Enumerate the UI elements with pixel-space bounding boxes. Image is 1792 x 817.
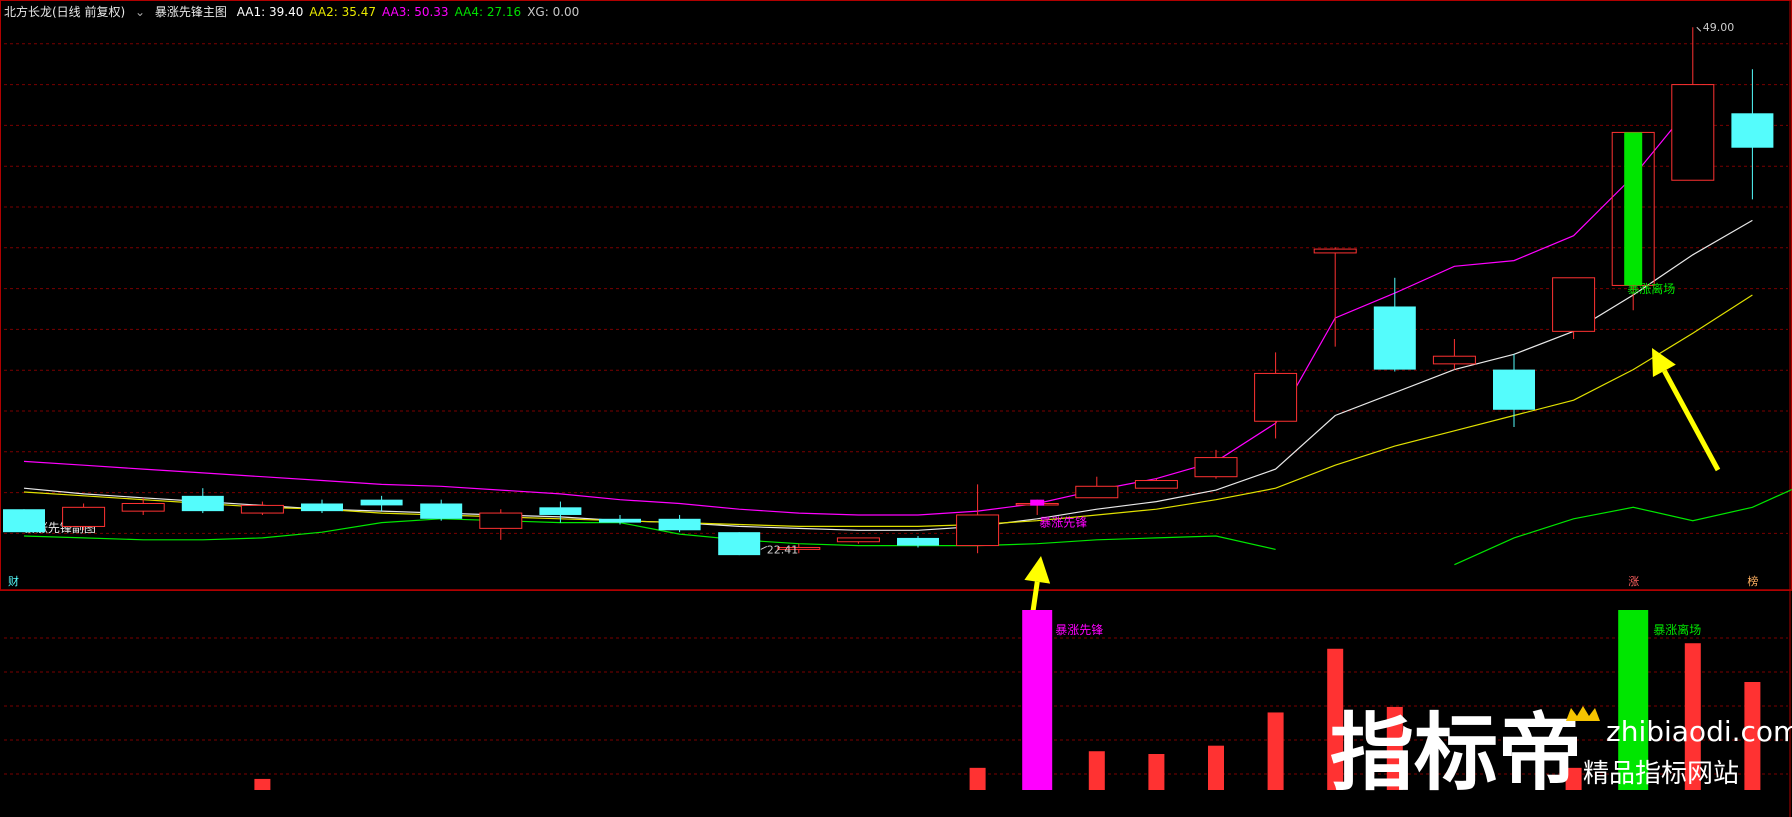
candle <box>836 537 880 544</box>
candle-body-down <box>1493 369 1535 410</box>
candle <box>1194 449 1238 479</box>
watermark-main: 指标帝 <box>1330 704 1582 802</box>
crown-icon <box>1566 706 1600 721</box>
candle <box>181 488 224 514</box>
candle <box>658 514 701 533</box>
candle <box>1493 354 1535 427</box>
line-AA3 <box>23 103 1694 516</box>
signal-exit-label: 暴涨离场 <box>1627 281 1675 296</box>
sub-bar <box>969 767 986 790</box>
candle-body-up <box>956 514 1000 547</box>
candle <box>240 501 284 515</box>
candle <box>301 499 343 514</box>
candle <box>420 499 463 521</box>
candle-body-up <box>479 512 523 529</box>
candle-body-down <box>1373 306 1416 370</box>
candle-body-up <box>1254 372 1298 422</box>
candle <box>479 509 523 540</box>
watermark-domain: zhibiaodi.com <box>1606 715 1792 748</box>
candle-body-down <box>1731 113 1774 148</box>
candle-body-down <box>360 499 403 506</box>
candle <box>1254 352 1298 439</box>
candle <box>1731 69 1774 200</box>
sub-bar <box>254 778 271 790</box>
chart-svg: 49.0022.41暴涨先锋暴涨离场财涨榜暴涨先锋 暴涨离场指标帝 zhibiaod… <box>0 0 1792 817</box>
main-panel-frame <box>0 0 1792 591</box>
candle-body-up <box>836 537 880 543</box>
watermark-sub: 精品指标网站 <box>1583 759 1739 789</box>
chart-stage: 北方长龙(日线 前复权) ⌄ 暴涨先锋主图 AA1: 39.40 AA2: 35.… <box>0 0 1792 817</box>
candle-body-up <box>1671 84 1715 181</box>
signal-buy-label: 暴涨先锋 <box>1039 514 1087 529</box>
candle-body-up <box>62 506 106 527</box>
candle-body-up <box>1313 248 1357 254</box>
sub-buy-label: 暴涨先锋 <box>1055 622 1103 637</box>
sub-exit-label: 暴涨离场 <box>1653 622 1701 637</box>
arrow-exit-shaft <box>1662 369 1721 472</box>
candle <box>360 495 403 512</box>
candle-body-down <box>658 518 701 531</box>
candle-body-down <box>181 495 224 512</box>
candle <box>62 503 106 531</box>
candle-body-exit <box>1624 132 1643 286</box>
sub-bar <box>1267 712 1284 790</box>
price-high-pointer <box>1696 26 1702 32</box>
candle <box>1671 27 1715 181</box>
sub-bar <box>1148 754 1165 790</box>
buy-mark <box>1030 499 1045 506</box>
price-low-label: 22.41 <box>767 543 799 556</box>
candle-body-up <box>1432 355 1476 365</box>
sub-bar <box>1022 610 1053 790</box>
bottom-marker-1: 涨 <box>1628 575 1639 588</box>
sub-bar <box>1208 745 1224 790</box>
candle <box>3 509 45 533</box>
candle <box>1432 338 1476 370</box>
candle-body-up <box>240 504 284 514</box>
candle <box>956 484 1000 554</box>
arrow-buy-head <box>1024 556 1051 584</box>
candle-body-down <box>599 518 641 523</box>
candle <box>1373 277 1416 372</box>
candle <box>1134 478 1178 489</box>
candle-body-down <box>420 503 463 519</box>
line-AA4 <box>23 488 1792 566</box>
candle-body-up <box>1194 457 1238 478</box>
candle-body-up <box>1134 480 1178 489</box>
candle <box>1075 476 1119 499</box>
candle-body-down <box>897 537 939 546</box>
candle <box>718 532 761 556</box>
sub-bar <box>1088 751 1105 790</box>
candle-body-down <box>3 509 45 533</box>
candle-body-up <box>1552 277 1596 332</box>
candle <box>1313 247 1357 347</box>
candle <box>1552 277 1596 339</box>
price-high-label: 49.00 <box>1703 21 1735 34</box>
candle-body-up <box>121 502 165 512</box>
candle-body-down <box>539 507 582 515</box>
bottom-marker-2: 榜 <box>1747 574 1758 588</box>
bottom-marker-0: 财 <box>8 574 19 588</box>
candle-body-down <box>718 532 761 556</box>
candle-body-up <box>1075 485 1119 499</box>
candle-body-down <box>301 503 343 512</box>
